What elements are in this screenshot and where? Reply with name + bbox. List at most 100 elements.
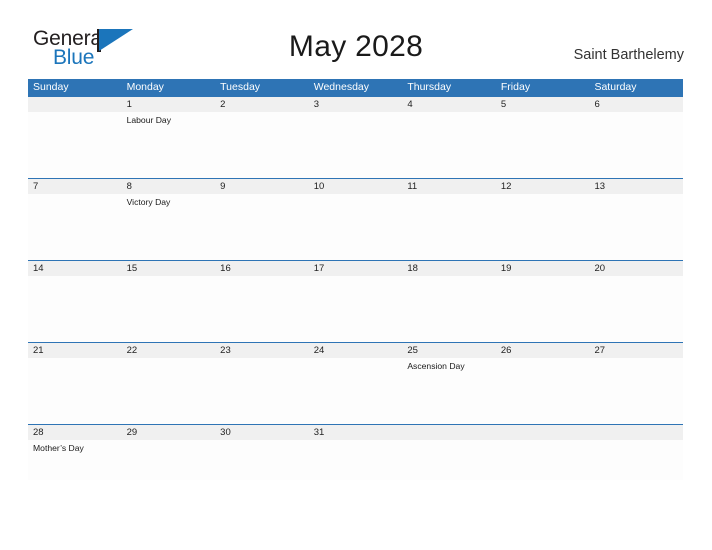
day-cell[interactable] [215,276,309,342]
day-cell[interactable]: Mother’s Day [28,440,122,480]
location-label: Saint Barthelemy [573,47,684,63]
calendar-week-row: 1 2 3 4 5 6 Labour Day [28,96,683,178]
day-cell[interactable] [122,358,216,424]
day-number[interactable]: 30 [215,425,309,440]
event-label: Labour Day [126,115,172,125]
day-cell[interactable] [309,112,403,178]
day-number[interactable]: 29 [122,425,216,440]
day-cell[interactable] [215,194,309,260]
weekday-thursday: Thursday [407,81,452,93]
day-number[interactable]: 16 [215,261,309,276]
week-date-band: 28 29 30 31 [28,425,683,440]
day-cell[interactable] [402,194,496,260]
day-cell[interactable] [309,358,403,424]
calendar-week-row: 7 8 9 10 11 12 13 Victory Day [28,178,683,260]
week-event-band: Labour Day [28,112,683,178]
weekday-sunday: Sunday [33,81,69,93]
day-number[interactable]: 12 [496,179,590,194]
week-date-band: 21 22 23 24 25 26 27 [28,343,683,358]
day-number[interactable]: 4 [402,97,496,112]
day-cell[interactable] [215,358,309,424]
day-number[interactable] [28,97,122,112]
day-number[interactable]: 2 [215,97,309,112]
calendar-week-row: 14 15 16 17 18 19 20 [28,260,683,342]
day-cell[interactable] [122,276,216,342]
day-number[interactable] [402,425,496,440]
day-number[interactable]: 28 [28,425,122,440]
event-label: Mother’s Day [33,443,84,453]
week-event-band [28,276,683,342]
day-number[interactable]: 13 [589,179,683,194]
day-cell[interactable] [589,112,683,178]
day-cell[interactable]: Victory Day [122,194,216,260]
day-cell[interactable] [28,194,122,260]
weekday-wednesday: Wednesday [313,81,369,93]
day-cell[interactable] [589,440,683,480]
day-number[interactable]: 6 [589,97,683,112]
week-event-band: Victory Day [28,194,683,260]
week-date-band: 14 15 16 17 18 19 20 [28,261,683,276]
event-label: Victory Day [126,197,171,207]
day-number[interactable]: 8 [122,179,216,194]
day-number[interactable]: 21 [28,343,122,358]
weekday-friday: Friday [500,81,531,93]
weekday-header-row: Sunday Monday Tuesday Wednesday Thursday… [28,79,683,96]
day-number[interactable]: 24 [309,343,403,358]
day-number[interactable]: 25 [402,343,496,358]
day-number[interactable]: 3 [309,97,403,112]
day-number[interactable]: 18 [402,261,496,276]
day-number[interactable]: 14 [28,261,122,276]
page-header: General Blue May 2028 Saint Barthelemy [0,0,712,69]
weekday-tuesday: Tuesday [220,81,261,93]
day-cell[interactable] [402,440,496,480]
day-cell[interactable] [496,112,590,178]
calendar-grid: Sunday Monday Tuesday Wednesday Thursday… [28,79,683,480]
day-cell[interactable] [496,358,590,424]
day-number[interactable]: 23 [215,343,309,358]
day-cell[interactable] [496,276,590,342]
day-number[interactable]: 27 [589,343,683,358]
day-cell[interactable] [402,276,496,342]
day-cell[interactable] [309,276,403,342]
week-date-band: 7 8 9 10 11 12 13 [28,179,683,194]
day-cell[interactable]: Ascension Day [402,358,496,424]
day-number[interactable]: 31 [309,425,403,440]
day-cell[interactable] [496,194,590,260]
day-number[interactable]: 15 [122,261,216,276]
day-cell[interactable] [28,112,122,178]
day-number[interactable] [496,425,590,440]
day-number[interactable]: 19 [496,261,590,276]
day-cell[interactable] [309,440,403,480]
day-number[interactable]: 1 [122,97,216,112]
day-cell[interactable] [402,112,496,178]
week-date-band: 1 2 3 4 5 6 [28,97,683,112]
day-number[interactable]: 26 [496,343,590,358]
day-number[interactable]: 7 [28,179,122,194]
day-cell[interactable] [309,194,403,260]
day-number[interactable]: 17 [309,261,403,276]
day-cell[interactable] [589,276,683,342]
weekday-saturday: Saturday [594,81,637,93]
day-number[interactable]: 10 [309,179,403,194]
day-cell[interactable] [589,358,683,424]
day-cell[interactable] [215,440,309,480]
day-cell[interactable] [215,112,309,178]
day-number[interactable] [589,425,683,440]
calendar-page: General Blue May 2028 Saint Barthelemy S… [0,0,712,550]
day-number[interactable]: 11 [402,179,496,194]
day-number[interactable]: 5 [496,97,590,112]
week-event-band: Ascension Day [28,358,683,424]
day-cell[interactable] [589,194,683,260]
week-event-band: Mother’s Day [28,440,683,480]
day-number[interactable]: 9 [215,179,309,194]
day-number[interactable]: 20 [589,261,683,276]
event-label: Ascension Day [407,361,465,371]
day-cell[interactable]: Labour Day [122,112,216,178]
weekday-monday: Monday [126,81,164,93]
day-number[interactable]: 22 [122,343,216,358]
calendar-week-row: 28 29 30 31 Mother’s Day [28,424,683,480]
day-cell[interactable] [496,440,590,480]
day-cell[interactable] [28,276,122,342]
day-cell[interactable] [28,358,122,424]
day-cell[interactable] [122,440,216,480]
